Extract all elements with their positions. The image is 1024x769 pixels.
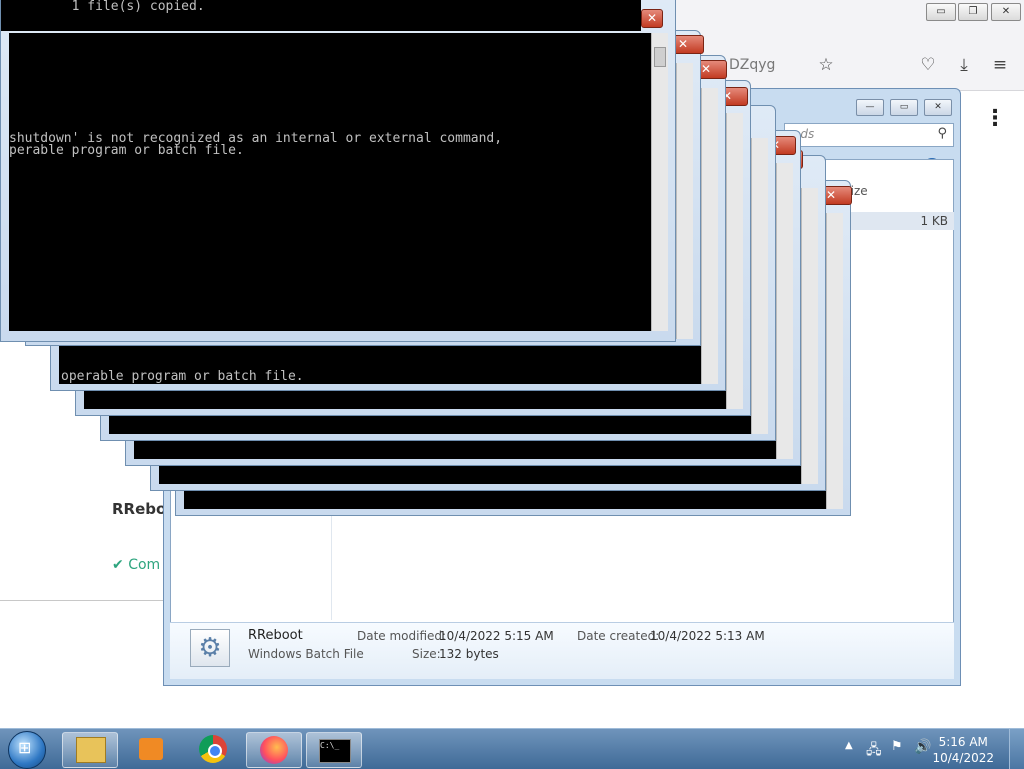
console-4-text: operable program or batch file.	[61, 369, 304, 384]
date-created-value: 10/4/2022 5:13 AM	[650, 629, 765, 643]
size-label: Size:	[412, 647, 441, 661]
explorer-close-button[interactable]: ✕	[924, 99, 952, 116]
console-front-scroll-thumb[interactable]	[654, 47, 666, 67]
console-4-scrollbar[interactable]	[701, 88, 718, 384]
file-row-selected[interactable]: 1 KB	[842, 212, 954, 230]
firefox-icon	[260, 736, 288, 764]
clock[interactable]: 5:16 AM 10/4/2022	[932, 734, 994, 766]
taskbar: ⊞ C:\_ ▲ 🖧 ⚑ 🔊 5:16 AM 10/4/2022	[0, 728, 1024, 769]
start-button[interactable]: ⊞	[8, 731, 46, 769]
browser-minimize-button[interactable]: ▭	[926, 3, 956, 21]
downloads-icon[interactable]: ⤓	[953, 54, 975, 76]
clock-date: 10/4/2022	[932, 751, 994, 765]
console-front-body: shutdown' is not recognized as an intern…	[9, 33, 651, 331]
check-icon: ✔	[112, 557, 124, 573]
browser-maximize-button[interactable]: ❐	[958, 3, 988, 21]
tray-arrow-icon[interactable]: ▲	[845, 740, 853, 751]
console-3-scrollbar[interactable]	[676, 63, 693, 339]
console-window-front: ✕ 1 file(s) copied. shutdown' is not rec…	[0, 0, 676, 342]
action-center-flag-icon[interactable]: ⚑	[891, 739, 903, 754]
taskbar-media-player[interactable]	[124, 732, 178, 766]
address-bar-text[interactable]: DZqyg	[729, 57, 775, 73]
media-player-icon	[139, 738, 163, 760]
windows-logo-icon: ⊞	[18, 738, 32, 757]
volume-icon[interactable]: 🔊	[914, 739, 931, 755]
search-box[interactable]: ads ⚲	[784, 123, 954, 147]
cmd-icon: C:\_	[319, 739, 351, 763]
explorer-maximize-button[interactable]: ▭	[890, 99, 918, 116]
console-6-scrollbar[interactable]	[751, 138, 768, 434]
taskbar-chrome[interactable]	[186, 732, 240, 766]
show-desktop-button[interactable]	[1009, 729, 1024, 769]
date-created-label: Date created:	[577, 629, 660, 643]
file-row-size: 1 KB	[920, 214, 948, 228]
details-file-type: Windows Batch File	[248, 647, 364, 661]
folder-icon	[76, 737, 106, 763]
console-front-title-strip: 1 file(s) copied.	[1, 0, 641, 31]
page-more-icon[interactable]: ⋮	[984, 106, 1006, 131]
network-icon[interactable]: 🖧	[866, 739, 882, 763]
taskbar-explorer[interactable]	[62, 732, 118, 768]
console-8-scrollbar[interactable]	[801, 188, 818, 484]
console-5-scrollbar[interactable]	[726, 113, 743, 409]
completed-status-label: Com	[128, 557, 161, 573]
console-9-scrollbar[interactable]	[826, 213, 843, 509]
batch-file-gear-icon: ⚙	[190, 629, 230, 667]
pocket-icon[interactable]: ♡	[917, 54, 939, 76]
chrome-center-icon	[208, 744, 222, 758]
console-front-close-button[interactable]: ✕	[641, 9, 663, 28]
search-icon[interactable]: ⚲	[937, 126, 947, 141]
taskbar-firefox[interactable]	[246, 732, 302, 768]
size-value: 132 bytes	[439, 647, 499, 661]
console-copied-line: 1 file(s) copied.	[9, 0, 205, 14]
details-file-name: RReboot	[248, 628, 303, 643]
date-modified-label: Date modified:	[357, 629, 447, 643]
browser-close-button[interactable]: ✕	[991, 3, 1021, 21]
console-front-scrollbar[interactable]	[651, 33, 668, 331]
console-7-scrollbar[interactable]	[776, 163, 793, 459]
clock-time: 5:16 AM	[938, 735, 988, 749]
date-modified-value: 10/4/2022 5:15 AM	[439, 629, 554, 643]
taskbar-cmd[interactable]: C:\_	[306, 732, 362, 768]
bookmark-star-icon[interactable]: ☆	[815, 54, 837, 76]
details-pane: ⚙ RReboot Windows Batch File Date modifi…	[170, 622, 954, 679]
explorer-minimize-button[interactable]: —	[856, 99, 884, 116]
console-error-line-2: perable program or batch file.	[9, 143, 244, 158]
menu-hamburger-icon[interactable]: ≡	[989, 54, 1011, 76]
completed-status: ✔ Com	[112, 557, 160, 573]
